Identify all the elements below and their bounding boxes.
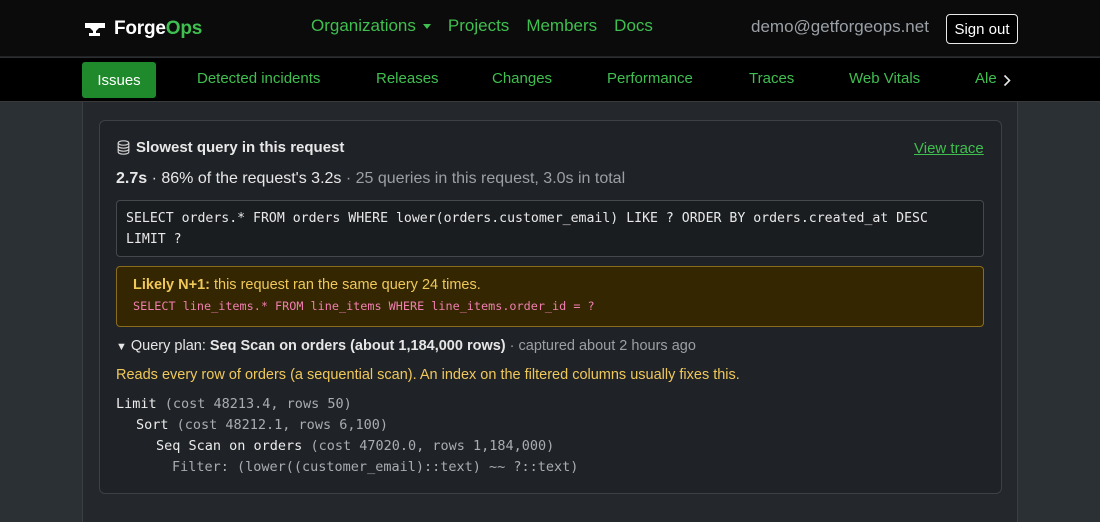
brand-name: Forge bbox=[114, 18, 166, 39]
repeated-query-sql: SELECT line_items.* FROM line_items WHER… bbox=[133, 299, 595, 313]
query-summary: 2.7s · 86% of the request's 3.2s · 25 qu… bbox=[116, 170, 625, 188]
brand-logo[interactable]: ForgeOps bbox=[84, 15, 202, 43]
database-icon bbox=[117, 140, 130, 155]
card-title-text: Slowest query in this request bbox=[136, 139, 345, 156]
tab-alerts-truncated[interactable]: Ale bbox=[975, 70, 997, 87]
sql-line: LIMIT ? bbox=[126, 232, 182, 247]
query-percentage: · 86% of the request's 3.2s bbox=[147, 170, 342, 187]
card-title: Slowest query in this request bbox=[117, 139, 344, 156]
top-navbar: ForgeOps Organizations Projects Members … bbox=[0, 0, 1100, 57]
plan-prefix: Query plan: bbox=[130, 338, 210, 354]
nav-organizations[interactable]: Organizations bbox=[311, 16, 431, 36]
plan-row: Filter: (lower((customer_email)::text) ~… bbox=[172, 459, 579, 475]
tab-performance[interactable]: Performance bbox=[607, 70, 693, 87]
plan-row: Seq Scan on orders (cost 47020.0, rows 1… bbox=[156, 438, 555, 454]
nav-docs[interactable]: Docs bbox=[614, 16, 653, 36]
plan-captured-time: · captured about 2 hours ago bbox=[505, 338, 696, 354]
plan-row: Sort (cost 48212.1, rows 6,100) bbox=[136, 417, 388, 433]
view-trace-link[interactable]: View trace bbox=[914, 140, 984, 157]
tab-traces[interactable]: Traces bbox=[749, 70, 794, 87]
disclosure-triangle-icon: ▼ bbox=[116, 341, 127, 353]
nav-projects[interactable]: Projects bbox=[448, 16, 509, 36]
scroll-tabs-right-button[interactable] bbox=[997, 60, 1017, 100]
main-nav: Organizations Projects Members Docs bbox=[311, 16, 653, 36]
plan-summary: Seq Scan on orders (about 1,184,000 rows… bbox=[209, 338, 506, 354]
warning-label: Likely N+1: bbox=[133, 277, 210, 293]
plan-row: Limit (cost 48213.4, rows 50) bbox=[116, 396, 352, 412]
query-plan-tree: Limit (cost 48213.4, rows 50) Sort (cost… bbox=[116, 394, 578, 478]
project-tabs: Issues Detected incidents Releases Chang… bbox=[0, 58, 1100, 102]
tab-issues[interactable]: Issues bbox=[82, 62, 156, 98]
query-plan-toggle[interactable]: ▼ Query plan: Seq Scan on orders (about 1… bbox=[116, 338, 696, 354]
brand-accent: Ops bbox=[165, 18, 203, 39]
chevron-right-icon bbox=[1003, 74, 1011, 86]
slow-query-sql: SELECT orders.* FROM orders WHERE lower(… bbox=[116, 200, 984, 257]
tab-detected-incidents[interactable]: Detected incidents bbox=[197, 70, 320, 87]
query-totals: · 25 queries in this request, 3.0s in to… bbox=[341, 170, 626, 187]
plan-advice: Reads every row of orders (a sequential … bbox=[116, 367, 740, 383]
caret-down-icon bbox=[422, 23, 431, 29]
warning-text: this request ran the same query 24 times… bbox=[209, 277, 481, 293]
nav-members[interactable]: Members bbox=[526, 16, 597, 36]
n-plus-one-warning: Likely N+1: this request ran the same qu… bbox=[116, 266, 984, 327]
query-duration: 2.7s bbox=[116, 170, 148, 187]
user-email: demo@getforgeops.net bbox=[751, 17, 929, 36]
anvil-icon bbox=[85, 23, 105, 36]
tab-web-vitals[interactable]: Web Vitals bbox=[849, 70, 920, 87]
tab-releases[interactable]: Releases bbox=[376, 70, 439, 87]
sign-out-button[interactable]: Sign out bbox=[946, 14, 1018, 44]
tabs-overflow: Ale bbox=[975, 60, 1017, 100]
tab-changes[interactable]: Changes bbox=[492, 70, 552, 87]
sql-line: SELECT orders.* FROM orders WHERE lower(… bbox=[126, 211, 928, 226]
